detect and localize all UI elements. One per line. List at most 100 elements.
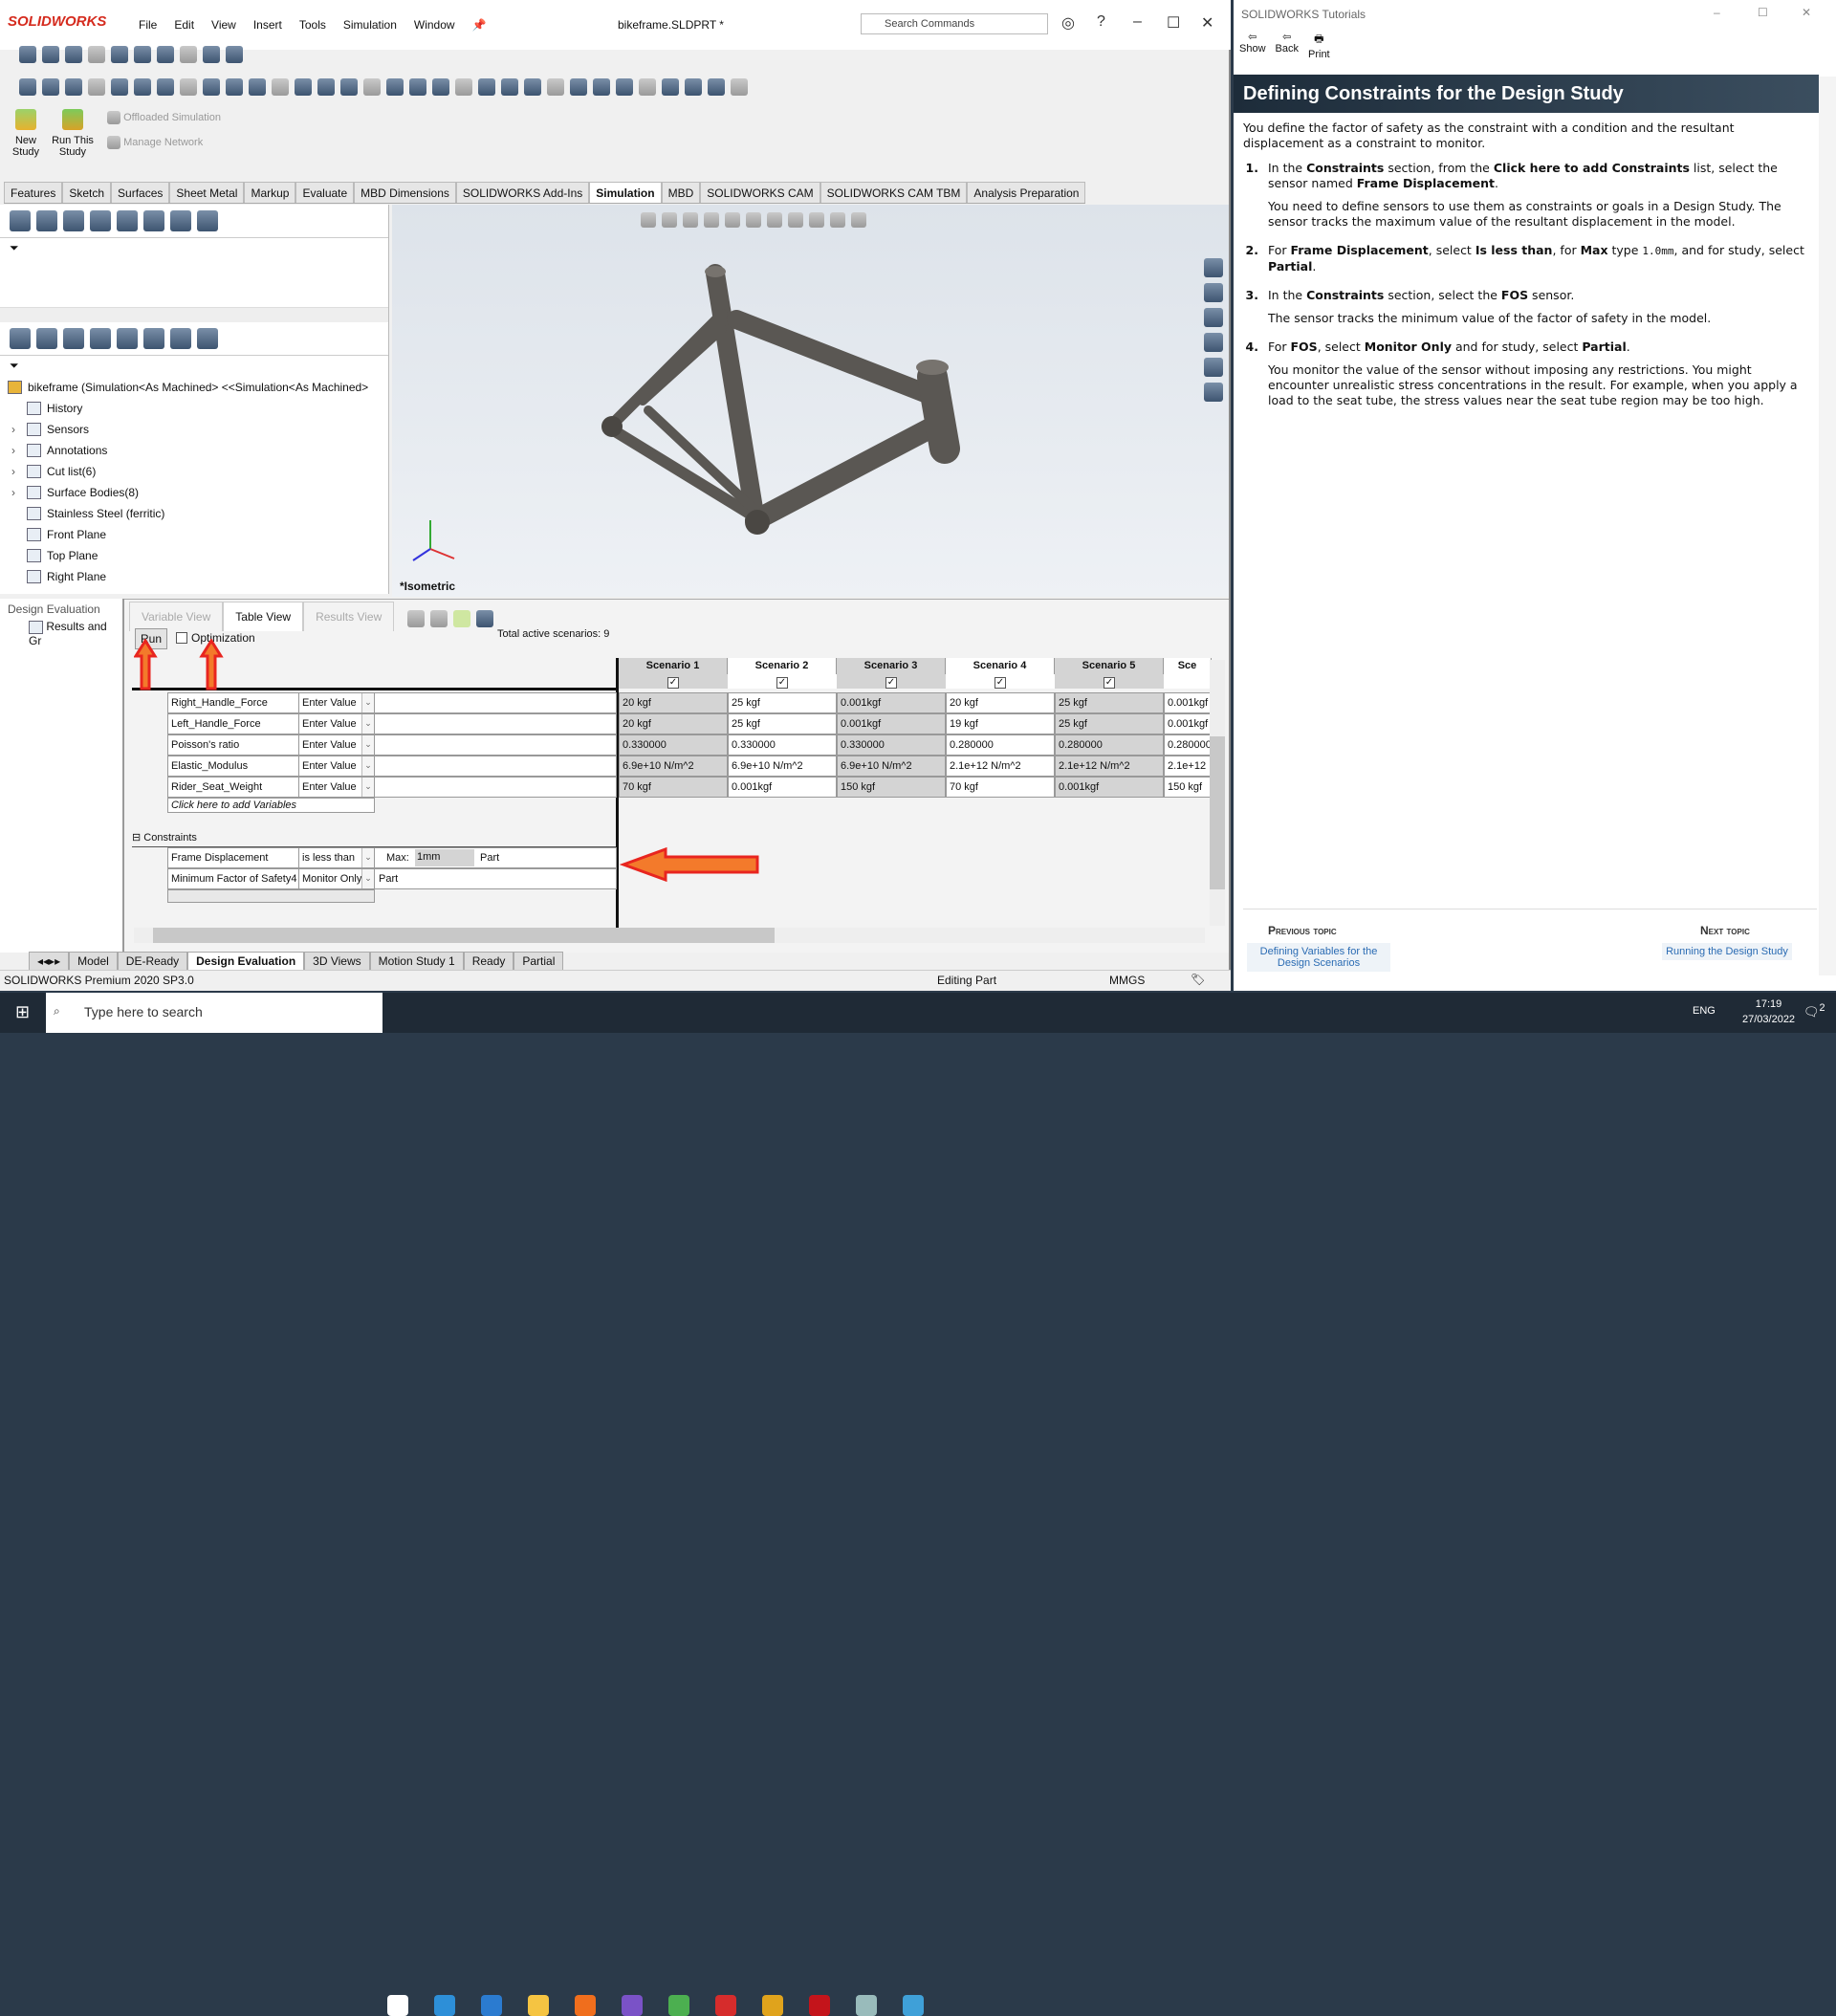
toolbar-button-icon[interactable] [111, 78, 128, 96]
scenario-value-cell[interactable]: 6.9e+10 N/m^2 [728, 756, 837, 777]
variable-mode-select[interactable]: Enter Value ⌄ [298, 713, 375, 734]
max-value-spinner[interactable]: 1mm [415, 849, 474, 866]
cam-manager-icon[interactable] [170, 328, 191, 349]
print-button[interactable]: 🖶 Print [1308, 31, 1330, 60]
toolbar-button-icon[interactable] [19, 78, 36, 96]
list-icon[interactable] [430, 610, 448, 627]
configuration-manager-icon[interactable] [63, 328, 84, 349]
tab-evaluate[interactable]: Evaluate [295, 182, 355, 203]
variable-mode-select[interactable]: Enter Value ⌄ [298, 756, 375, 777]
toolbar-button-icon[interactable] [203, 78, 220, 96]
scenario-active-checkbox[interactable]: ✓ [1055, 674, 1164, 689]
tab-3d-views[interactable]: 3D Views [304, 952, 370, 971]
cam-tbm-manager-icon[interactable] [197, 210, 218, 231]
toolbar-button-icon[interactable] [226, 78, 243, 96]
scenario-value-cell[interactable]: 6.9e+10 N/m^2 [619, 756, 728, 777]
design-evaluation-node[interactable]: Design Evaluation [0, 599, 122, 620]
scenario-active-checkbox[interactable] [1164, 674, 1212, 689]
feature-manager-icon[interactable] [10, 210, 31, 231]
viber-icon[interactable] [622, 1995, 643, 2016]
run-study-button[interactable]: Run This Study [51, 109, 95, 158]
offloaded-simulation-button[interactable]: Offloaded Simulation [107, 111, 221, 124]
minimize-button[interactable]: – [1133, 13, 1142, 31]
scenario-active-checkbox[interactable]: ✓ [728, 674, 837, 689]
constraint-condition-select[interactable]: Monitor Only ⌄ [298, 868, 375, 889]
custom-properties-icon[interactable] [1204, 383, 1223, 402]
tab-scroll-arrows[interactable]: ◂◂▸▸ [29, 952, 70, 971]
toolbar-button-icon[interactable] [203, 46, 220, 63]
tab-sketch[interactable]: Sketch [62, 182, 112, 203]
settings-icon[interactable] [856, 1995, 877, 2016]
results-node[interactable]: Results and Gr [0, 620, 122, 647]
opera-icon[interactable] [715, 1995, 736, 2016]
previous-topic-link[interactable]: Defining Variables for the Design Scenar… [1247, 943, 1390, 972]
toolbar-button-icon[interactable] [157, 46, 174, 63]
tab-mbd-dimensions[interactable]: MBD Dimensions [354, 182, 456, 203]
scenario-value-cell[interactable]: 0.280000 [946, 734, 1055, 756]
scenario-value-cell[interactable]: 25 kgf [1055, 713, 1164, 734]
tab-solidworks-add-ins[interactable]: SOLIDWORKS Add-Ins [455, 182, 590, 203]
start-button[interactable]: ⊞ [15, 1002, 30, 1022]
filter-icon[interactable]: ⏷ [0, 238, 388, 259]
mail-icon[interactable] [481, 1995, 502, 2016]
tree-item[interactable]: Right Plane [0, 566, 388, 587]
edge-icon[interactable] [434, 1995, 455, 2016]
scenario-value-cell[interactable]: 0.001kgf [1055, 777, 1164, 798]
toolbar-button-icon[interactable] [180, 46, 197, 63]
tab-de-ready[interactable]: DE-Ready [117, 952, 188, 971]
toolbar-button-icon[interactable] [478, 78, 495, 96]
user-icon[interactable]: ◎ [1061, 13, 1075, 33]
study-select[interactable]: Part [379, 873, 398, 885]
tab-ready[interactable]: Ready [463, 952, 514, 971]
pin-icon[interactable]: 📌 [472, 18, 487, 32]
toolbar-button-icon[interactable] [272, 78, 289, 96]
scenario-value-cell[interactable]: 0.330000 [837, 734, 946, 756]
menu-edit[interactable]: Edit [174, 18, 194, 32]
tab-results-view[interactable]: Results View [303, 602, 395, 631]
solidworks-icon[interactable] [809, 1995, 830, 2016]
tab-motion-study-1[interactable]: Motion Study 1 [369, 952, 464, 971]
minimize-button[interactable]: – [1714, 6, 1720, 19]
filter-icon[interactable]: ⏷ [0, 356, 388, 377]
save-icon[interactable] [476, 610, 494, 627]
scenario-value-cell[interactable]: 70 kgf [946, 777, 1055, 798]
horizontal-scrollbar[interactable] [0, 307, 388, 322]
toolbar-button-icon[interactable] [88, 46, 105, 63]
tab-variable-view[interactable]: Variable View [129, 602, 224, 631]
property-manager-icon[interactable] [36, 328, 57, 349]
add-variables-dropdown[interactable]: Click here to add Variables [167, 798, 375, 813]
graphics-area[interactable]: *Isometric [392, 205, 1229, 597]
toolbar-button-icon[interactable] [731, 78, 748, 96]
menu-insert[interactable]: Insert [253, 18, 282, 32]
toolbar-button-icon[interactable] [501, 78, 518, 96]
tab-solidworks-cam[interactable]: SOLIDWORKS CAM [700, 182, 820, 203]
property-manager-icon[interactable] [36, 210, 57, 231]
toolbar-button-icon[interactable] [42, 46, 59, 63]
tree-item[interactable]: Front Plane [0, 524, 388, 545]
variable-mode-select[interactable]: Enter Value ⌄ [298, 777, 375, 798]
maximize-button[interactable]: ☐ [1167, 13, 1180, 33]
tab-model[interactable]: Model [69, 952, 118, 971]
scenario-value-cell[interactable]: 25 kgf [728, 692, 837, 713]
simulation-manager-icon[interactable] [143, 210, 164, 231]
toolbar-button-icon[interactable] [88, 78, 105, 96]
toolbar-button-icon[interactable] [524, 78, 541, 96]
toolbar-button-icon[interactable] [180, 78, 197, 96]
tab-solidworks-cam-tbm[interactable]: SOLIDWORKS CAM TBM [820, 182, 968, 203]
cam-tbm-manager-icon[interactable] [197, 328, 218, 349]
menu-window[interactable]: Window [414, 18, 455, 32]
toolbar-button-icon[interactable] [593, 78, 610, 96]
toolbar-button-icon[interactable] [455, 78, 472, 96]
chrome-icon[interactable] [668, 1995, 689, 2016]
menu-simulation[interactable]: Simulation [343, 18, 397, 32]
scenario-value-cell[interactable]: 0.001kgf [728, 777, 837, 798]
notifications-button[interactable]: 🗨2 [1803, 1002, 1825, 1019]
bike-frame-model[interactable] [392, 205, 1229, 597]
expand-arrow-icon[interactable]: › [11, 486, 21, 499]
expand-arrow-icon[interactable]: › [11, 465, 21, 478]
file-explorer-icon[interactable] [528, 1995, 549, 2016]
variable-mode-select[interactable]: Enter Value ⌄ [298, 734, 375, 756]
constraint-condition-select[interactable]: is less than ⌄ [298, 847, 375, 868]
media-player-icon[interactable] [762, 1995, 783, 2016]
scenario-value-cell[interactable]: 2.1e+12 N/m^2 [946, 756, 1055, 777]
